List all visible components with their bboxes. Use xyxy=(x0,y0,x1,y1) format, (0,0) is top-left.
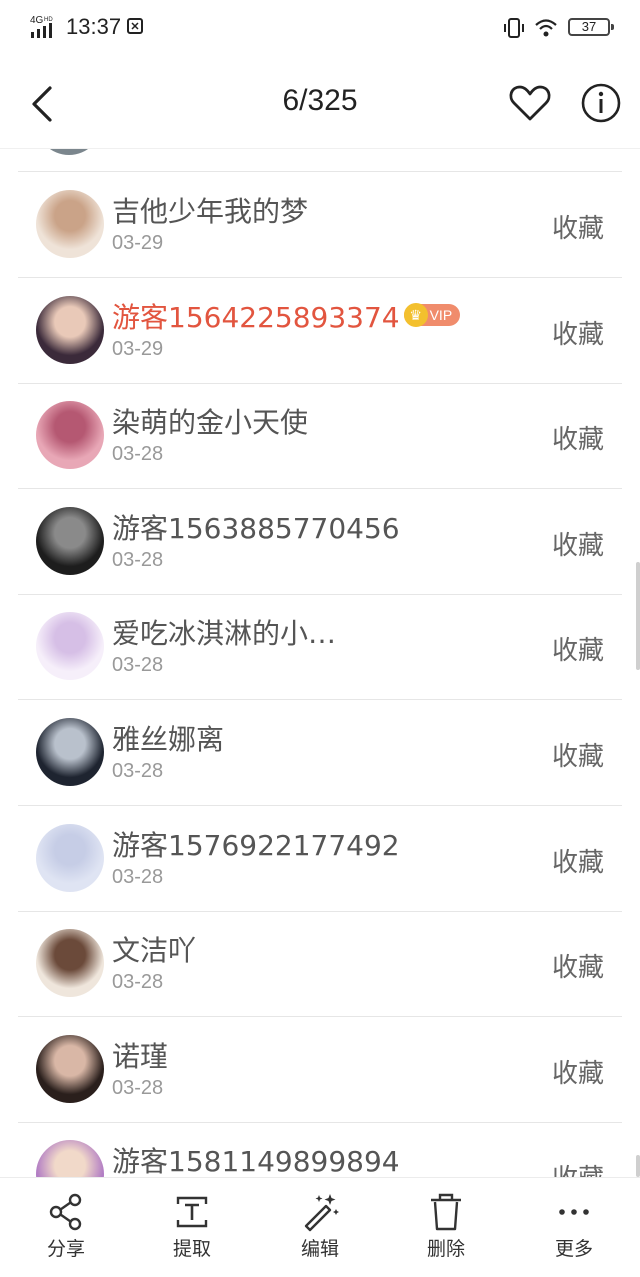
more-label: 更多 xyxy=(554,1238,593,1260)
date-label: 03-29 xyxy=(112,232,164,254)
signal-icon: 4G HD xyxy=(30,15,53,38)
svg-text:HD: HD xyxy=(44,17,53,23)
avatar[interactable] xyxy=(36,506,104,575)
collect-button[interactable]: 收藏 xyxy=(552,630,604,667)
username[interactable]: 文洁吖 xyxy=(112,929,196,969)
collect-button[interactable]: 收藏 xyxy=(552,208,604,245)
info-button[interactable] xyxy=(580,82,622,124)
username-text: 吉他少年我的梦 xyxy=(112,195,309,228)
notification-icon xyxy=(127,18,143,34)
username-text: 文洁吖 xyxy=(112,934,197,968)
delete-button[interactable]: 删除 xyxy=(396,1192,496,1261)
date-label: 03-28 xyxy=(112,654,164,677)
date-label: 03-28 xyxy=(112,443,164,466)
more-button[interactable]: 更多 xyxy=(524,1192,624,1261)
collect-button[interactable]: 收藏 xyxy=(552,314,604,351)
magic-wand-icon xyxy=(304,1194,339,1232)
date-label: 03-28 xyxy=(112,865,164,888)
text-extract-icon xyxy=(176,1196,208,1228)
username[interactable]: 爱吃冰淇淋的小… xyxy=(112,612,336,652)
username-text: 游客1563885770456 xyxy=(112,511,400,545)
username[interactable]: 雅丝娜离 xyxy=(112,718,224,758)
username[interactable]: 游客1563885770456 xyxy=(112,507,400,547)
list-item[interactable]: 文洁吖 03-28 收藏 xyxy=(0,911,640,1018)
username[interactable]: 染萌的金小天使 xyxy=(112,401,308,441)
status-bar: 4G HD 13:37 37 xyxy=(0,0,640,56)
avatar[interactable] xyxy=(36,612,104,681)
vibrate-icon xyxy=(504,18,524,38)
delete-label: 删除 xyxy=(426,1238,465,1260)
date-label: 03-28 xyxy=(112,971,164,994)
list-item[interactable]: 游客1581149899894 收藏 xyxy=(0,1122,640,1177)
list-item[interactable]: 雅丝娜离 03-28 收藏 xyxy=(0,700,640,806)
extract-button[interactable]: 提取 xyxy=(142,1192,242,1261)
username-text: 游客1581149899894 xyxy=(112,1145,400,1177)
username[interactable]: 游客1576922177492 xyxy=(112,824,400,864)
crown-icon: ♛ xyxy=(403,302,428,327)
username[interactable]: 游客1564225893374 ♛ VIP xyxy=(112,296,461,336)
collect-button[interactable]: 收藏 xyxy=(552,419,604,456)
username[interactable]: 游客1581149899894 xyxy=(112,1140,400,1177)
username-text: 诺瑾 xyxy=(112,1039,169,1073)
svg-text:4G: 4G xyxy=(30,15,44,26)
username-text: 雅丝娜离 xyxy=(112,723,225,756)
list-item[interactable]: 游客1564225893374 ♛ VIP 03-29 收藏 xyxy=(0,278,640,384)
extract-label: 提取 xyxy=(172,1238,211,1260)
vip-badge: ♛ VIP xyxy=(403,302,461,327)
edit-label: 编辑 xyxy=(300,1238,339,1260)
list-item[interactable]: 染萌的金小天使 03-28 收藏 xyxy=(0,383,640,490)
list-item[interactable]: 诺瑾 03-28 收藏 xyxy=(0,1017,640,1123)
avatar[interactable] xyxy=(36,718,104,786)
collect-button[interactable]: 收藏 xyxy=(552,842,604,879)
username-text: 爱吃冰淇淋的小… xyxy=(112,617,337,651)
list-item[interactable]: 游客1563885770456 03-28 收藏 xyxy=(0,489,640,595)
avatar[interactable] xyxy=(36,929,104,998)
clock: 13:37 xyxy=(66,14,122,39)
share-button[interactable]: 分享 xyxy=(16,1192,116,1261)
collect-button[interactable]: 收藏 xyxy=(552,1053,604,1090)
favorite-button[interactable] xyxy=(508,82,552,124)
wifi-icon xyxy=(535,19,557,37)
share-label: 分享 xyxy=(46,1238,85,1260)
list-item[interactable]: 吉他少年我的梦 03-29 收藏 xyxy=(0,172,640,278)
username[interactable]: 吉他少年我的梦 xyxy=(112,190,308,230)
heart-icon xyxy=(509,85,551,121)
date-label: 03-28 xyxy=(112,1076,164,1099)
vip-label: VIP xyxy=(429,306,453,323)
avatar[interactable] xyxy=(36,295,104,364)
collect-button[interactable]: 收藏 xyxy=(552,1158,604,1177)
scrollbar[interactable] xyxy=(636,562,640,670)
more-dots-icon xyxy=(559,1209,589,1215)
header: 6/325 xyxy=(0,56,640,149)
date-label: 03-28 xyxy=(112,760,164,782)
avatar[interactable] xyxy=(36,1034,104,1103)
avatar xyxy=(36,149,102,155)
username-text: 游客1576922177492 xyxy=(112,828,400,862)
share-icon xyxy=(49,1193,82,1231)
username-text: 游客1564225893374 xyxy=(112,300,400,334)
list-item[interactable]: 爱吃冰淇淋的小… 03-28 收藏 xyxy=(0,594,640,701)
collect-button[interactable]: 收藏 xyxy=(552,525,604,562)
username[interactable]: 诺瑾 xyxy=(112,1035,168,1075)
date-label: 03-29 xyxy=(112,337,164,360)
avatar[interactable] xyxy=(36,401,104,470)
bottom-toolbar: 分享 提取 编辑 删除 更多 xyxy=(0,1177,640,1277)
username-text: 染萌的金小天使 xyxy=(112,406,309,440)
scrollbar-secondary xyxy=(636,1155,640,1177)
avatar[interactable] xyxy=(36,823,104,892)
avatar[interactable] xyxy=(36,1140,104,1177)
list-item[interactable]: 游客1576922177492 03-28 收藏 xyxy=(0,806,640,912)
collect-button[interactable]: 收藏 xyxy=(552,736,604,773)
liker-list: 吉他少年我的梦 03-29 收藏 游客1564225893374 ♛ VIP 03-29 收藏… xyxy=(0,149,640,1177)
date-label: 03-28 xyxy=(112,548,164,571)
battery-icon: 37 xyxy=(568,18,614,36)
edit-button[interactable]: 编辑 xyxy=(270,1192,370,1261)
avatar[interactable] xyxy=(36,190,104,258)
trash-icon xyxy=(431,1193,461,1231)
collect-button[interactable]: 收藏 xyxy=(552,947,604,984)
